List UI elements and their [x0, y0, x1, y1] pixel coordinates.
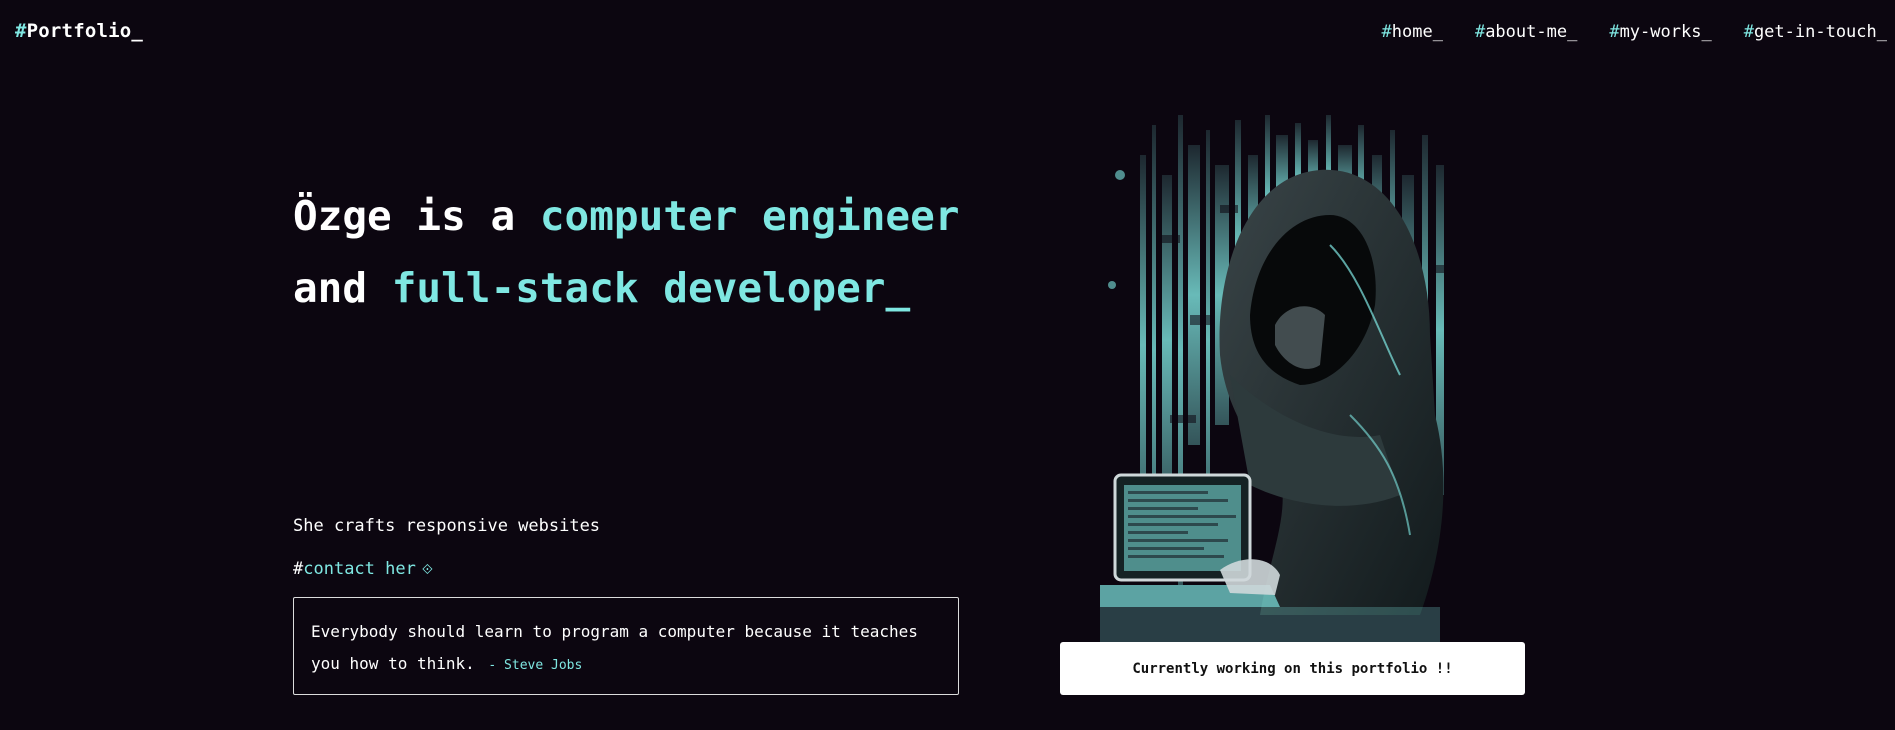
nav-link-about-me[interactable]: #about-me_: [1475, 22, 1577, 42]
nav-hash: #: [1609, 22, 1620, 42]
nav-label: get-in-touch_: [1753, 22, 1887, 42]
nav-label: about-me_: [1485, 22, 1578, 42]
logo-text: Portfolio_: [26, 20, 144, 42]
hero-line-2-text: and: [293, 264, 392, 312]
nav-hash: #: [1474, 22, 1486, 42]
nav-link-my-works[interactable]: #my-works_: [1609, 22, 1711, 42]
logo-hash: #: [15, 20, 27, 42]
status-text: Currently working on this portfolio !!: [1132, 660, 1453, 677]
site-logo[interactable]: #Portfolio_: [15, 20, 143, 42]
quote-box: Everybody should learn to program a comp…: [293, 597, 959, 695]
nav-hash: #: [1743, 22, 1754, 42]
hacker-illustration: [1100, 115, 1446, 645]
hero-line-1-text: Özge is a: [293, 192, 540, 240]
arrow-right-icon: ⟐: [421, 562, 433, 578]
main-nav: #home_ #about-me_ #my-works_ #get-in-tou…: [1382, 22, 1888, 42]
hero-line-1: Özge is a computer engineer: [293, 180, 959, 252]
quote-text: Everybody should learn to program a comp…: [311, 622, 918, 673]
hero-tagline: She crafts responsive websites: [293, 516, 601, 536]
nav-label: my-works_: [1619, 22, 1712, 42]
top-navigation-bar: #Portfolio_ #home_ #about-me_ #my-works_…: [0, 0, 1895, 64]
nav-link-home[interactable]: #home_: [1382, 22, 1443, 42]
contact-hash: #: [293, 559, 304, 579]
hero-headline: Özge is a computer engineer and full-sta…: [293, 180, 959, 324]
status-banner: Currently working on this portfolio !!: [1060, 642, 1525, 695]
nav-hash: #: [1381, 22, 1392, 42]
nav-label: home_: [1391, 22, 1443, 42]
hero-role-1: computer engineer: [539, 192, 960, 240]
contact-her-link[interactable]: #contact her ⟐: [293, 559, 433, 579]
nav-link-get-in-touch[interactable]: #get-in-touch_: [1744, 22, 1887, 42]
contact-label: contact her: [303, 559, 416, 579]
quote-author: - Steve Jobs: [488, 658, 583, 673]
hero-line-2: and full-stack developer_: [293, 252, 959, 324]
cursor-underscore: _: [885, 264, 911, 312]
hero-role-2: full-stack developer: [391, 264, 886, 312]
